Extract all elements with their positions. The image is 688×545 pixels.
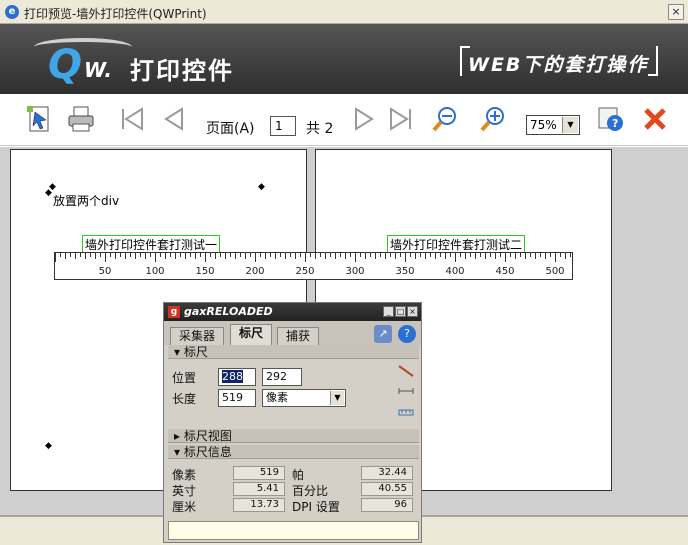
pica-value: 32.44 <box>361 466 413 480</box>
inch-value: 5.41 <box>233 482 285 496</box>
tab-collector[interactable]: 采集器 <box>170 327 225 345</box>
percent-value: 40.55 <box>361 482 413 496</box>
anchor-marker-icon[interactable]: ◆ <box>45 441 52 451</box>
pixels-label: 像素 <box>172 468 197 482</box>
close-window-button[interactable]: × <box>668 4 684 20</box>
chevron-down-icon[interactable]: ▼ <box>562 117 578 133</box>
slogan-bracket-right <box>648 46 658 76</box>
total-pages-label: 共 2 <box>306 121 334 137</box>
zoom-in-icon[interactable] <box>478 104 508 134</box>
pixels-value: 519 <box>233 466 285 480</box>
tab-capture[interactable]: 捕获 <box>277 327 320 345</box>
gax-ruler-panel[interactable]: g gaxRELOADED _ □ × 采集器 标尺 捕获 ↗ ? ▾ 标尺 位… <box>163 302 422 543</box>
ruler-tick-label: 350 <box>395 266 414 277</box>
dpi-label: DPI 设置 <box>292 500 340 514</box>
gax-titlebar[interactable]: g gaxRELOADED _ □ × <box>164 303 421 321</box>
position-start-input[interactable]: 288 <box>218 368 256 386</box>
cm-value: 13.73 <box>233 498 285 512</box>
brand-banner: Q W. 打印控件 WEB下的套打操作 <box>0 24 688 94</box>
position-start-value: 288 <box>222 370 243 383</box>
svg-text:?: ? <box>612 117 618 130</box>
pixel-ruler[interactable]: 50 100 150 200 250 300 350 400 450 500 <box>54 252 573 280</box>
page-label: 页面(A) <box>206 121 255 137</box>
dpi-value: 96 <box>361 498 413 512</box>
printer-icon[interactable] <box>66 104 96 134</box>
ruler-diagonal-icon[interactable] <box>398 365 414 377</box>
ruler-tick-label: 400 <box>445 266 464 277</box>
help-icon[interactable]: ? <box>398 325 416 343</box>
minimize-button[interactable]: _ <box>383 306 394 317</box>
logo-q: Q <box>48 42 83 88</box>
ruler-scale: 50 100 150 200 250 300 350 400 450 500 <box>55 253 571 277</box>
gax-status-field[interactable] <box>168 521 419 540</box>
close-button[interactable]: × <box>407 306 418 317</box>
unit-value: 像素 <box>266 391 288 404</box>
last-page-icon[interactable] <box>386 104 416 134</box>
ruler-tick-label: 150 <box>195 266 214 277</box>
text-div[interactable]: 放置两个div <box>53 192 119 209</box>
first-page-icon[interactable] <box>117 104 147 134</box>
section-ruler-info[interactable]: ▾ 标尺信息 <box>168 445 419 459</box>
ruler-tick-label: 500 <box>545 266 564 277</box>
anchor-marker-icon[interactable]: ◆ <box>45 188 52 198</box>
ruler-tick-label: 300 <box>345 266 364 277</box>
page-setup-icon[interactable] <box>24 104 54 134</box>
window-titlebar: e 打印预览-墙外打印控件(QWPrint) × <box>0 0 688 24</box>
toolbar: 页面(A) 1 共 2 75% ▼ ? <box>0 94 688 146</box>
section-ruler[interactable]: ▾ 标尺 <box>168 345 419 359</box>
maximize-button[interactable]: □ <box>395 306 406 317</box>
position-end-input[interactable]: 292 <box>262 368 302 386</box>
close-preview-icon[interactable] <box>640 104 670 134</box>
section-ruler-view[interactable]: ▸ 标尺视图 <box>168 429 419 443</box>
ruler-vertical-icon[interactable] <box>398 405 414 417</box>
zoom-select[interactable]: 75% ▼ <box>526 115 580 135</box>
chevron-down-icon[interactable]: ▼ <box>330 391 344 405</box>
ie-icon: e <box>5 5 19 19</box>
tab-ruler[interactable]: 标尺 <box>230 324 273 345</box>
logo-text: 打印控件 <box>130 57 234 85</box>
anchor-marker-icon[interactable]: ◆ <box>258 182 265 192</box>
length-label: 长度 <box>172 392 197 406</box>
ruler-tick-label: 200 <box>245 266 264 277</box>
ruler-tick-label: 250 <box>295 266 314 277</box>
zoom-value: 75% <box>530 118 557 132</box>
ruler-tick-label: 450 <box>495 266 514 277</box>
help-icon[interactable]: ? <box>596 104 626 134</box>
length-input[interactable]: 519 <box>218 389 256 407</box>
ruler-tick-label: 100 <box>145 266 164 277</box>
next-page-icon[interactable] <box>348 104 378 134</box>
inch-label: 英寸 <box>172 484 197 498</box>
window-title: 打印预览-墙外打印控件(QWPrint) <box>24 7 207 21</box>
export-icon[interactable]: ↗ <box>374 325 392 343</box>
position-label: 位置 <box>172 371 197 385</box>
cm-label: 厘米 <box>172 500 197 514</box>
logo-w: W. <box>84 58 112 82</box>
gax-title: gaxRELOADED <box>184 305 273 318</box>
ruler-tick-label: 50 <box>99 266 112 277</box>
page-number-input[interactable]: 1 <box>270 116 296 136</box>
percent-label: 百分比 <box>292 484 329 498</box>
slogan: WEB下的套打操作 <box>468 54 649 76</box>
zoom-out-icon[interactable] <box>430 104 460 134</box>
unit-select[interactable]: 像素 ▼ <box>262 389 346 407</box>
prev-page-icon[interactable] <box>160 104 190 134</box>
pica-label: 帕 <box>292 468 305 482</box>
gax-tab-bar: 采集器 标尺 捕获 ↗ ? <box>164 321 421 345</box>
gax-logo-icon: g <box>168 306 180 318</box>
ruler-horizontal-icon[interactable] <box>398 385 414 397</box>
